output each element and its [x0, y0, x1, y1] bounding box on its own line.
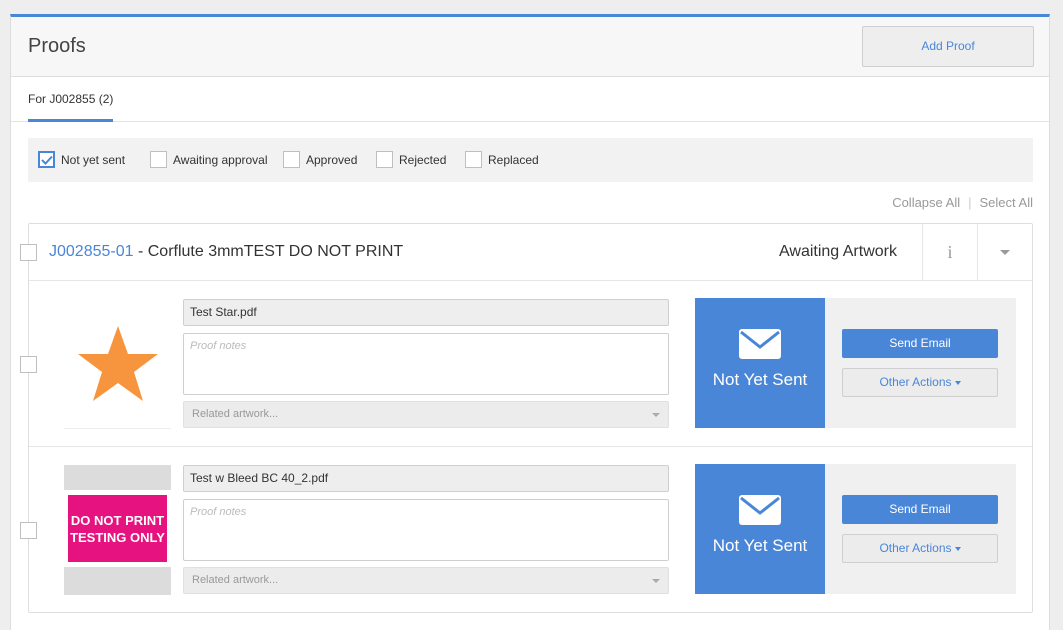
chevron-down-icon	[1000, 249, 1010, 255]
checkbox[interactable]	[465, 151, 482, 168]
send-email-button[interactable]: Send Email	[842, 329, 998, 358]
other-actions-button[interactable]: Other Actions	[842, 534, 998, 563]
filter-not-yet-sent[interactable]: Not yet sent	[38, 151, 125, 168]
proof-notes-input[interactable]	[183, 333, 669, 395]
chevron-down-icon	[954, 546, 961, 551]
filter-label: Awaiting approval	[173, 152, 268, 167]
info-button[interactable]: i	[922, 224, 977, 280]
other-actions-label: Other Actions	[879, 375, 952, 389]
filter-replaced[interactable]: Replaced	[465, 151, 539, 168]
chevron-down-icon	[954, 380, 961, 385]
proof-status-text: Not Yet Sent	[712, 370, 808, 389]
filter-rejected[interactable]: Rejected	[376, 151, 446, 168]
proof-actions: Send Email Other Actions	[825, 298, 1016, 428]
star-icon	[77, 325, 158, 401]
envelope-icon	[739, 495, 781, 525]
thumbnail-text-line: TESTING ONLY	[70, 529, 165, 545]
thumbnail-text-line: DO NOT PRINT	[70, 512, 165, 528]
checkbox[interactable]	[283, 151, 300, 168]
expand-toggle[interactable]	[977, 224, 1032, 280]
related-artwork-select[interactable]: Related artwork...	[183, 401, 669, 428]
proof-fields: Test Star.pdf Related artwork...	[183, 299, 669, 428]
related-artwork-select[interactable]: Related artwork...	[183, 567, 669, 594]
filter-label: Rejected	[399, 152, 447, 167]
proofs-panel: Proofs Add Proof For J002855 (2) Not yet…	[10, 14, 1050, 630]
job-card-header: J002855-01 - Corflute 3mmTEST DO NOT PRI…	[20, 224, 1032, 281]
proof-fields: Test w Bleed BC 40_2.pdf Related artwork…	[183, 465, 669, 594]
related-artwork-placeholder: Related artwork...	[192, 408, 279, 420]
add-proof-button[interactable]: Add Proof	[862, 26, 1034, 67]
status-filters: Not yet sent Awaiting approval Approved …	[28, 138, 1033, 182]
bulk-links: Collapse All | Select All	[892, 195, 1033, 210]
job-title: J002855-01 - Corflute 3mmTEST DO NOT PRI…	[49, 243, 403, 261]
page-title: Proofs	[28, 35, 86, 57]
do-not-print-label: DO NOT PRINT TESTING ONLY	[68, 495, 167, 562]
link-separator: |	[968, 195, 972, 210]
do-not-print-thumbnail[interactable]: DO NOT PRINT TESTING ONLY	[64, 465, 171, 595]
collapse-all-link[interactable]: Collapse All	[892, 195, 960, 210]
select-all-link[interactable]: Select All	[980, 195, 1033, 210]
job-card: J002855-01 - Corflute 3mmTEST DO NOT PRI…	[20, 223, 1033, 613]
star-thumbnail[interactable]	[64, 299, 171, 429]
proof-status-tile: Not Yet Sent	[695, 464, 825, 594]
checkmark-icon	[40, 155, 53, 165]
filter-label: Approved	[306, 152, 358, 167]
envelope-icon	[739, 329, 781, 359]
checkbox[interactable]	[376, 151, 393, 168]
proof-notes-input[interactable]	[183, 499, 669, 561]
file-name-field[interactable]: Test Star.pdf	[183, 299, 669, 326]
job-code-link[interactable]: J002855-01	[49, 243, 134, 260]
panel-header: Proofs Add Proof	[11, 17, 1049, 77]
related-artwork-placeholder: Related artwork...	[192, 574, 279, 586]
file-name-field[interactable]: Test w Bleed BC 40_2.pdf	[183, 465, 669, 492]
filter-awaiting-approval[interactable]: Awaiting approval	[150, 151, 268, 168]
proof-select-checkbox[interactable]	[20, 522, 37, 539]
proof-select-checkbox[interactable]	[20, 356, 37, 373]
checkbox-checked[interactable]	[38, 151, 55, 168]
filter-label: Replaced	[488, 152, 539, 167]
proof-status-tile: Not Yet Sent	[695, 298, 825, 428]
info-icon: i	[947, 242, 953, 262]
other-actions-button[interactable]: Other Actions	[842, 368, 998, 397]
proof-row: Test Star.pdf Related artwork... Not Yet…	[20, 281, 1032, 447]
checkbox[interactable]	[150, 151, 167, 168]
job-status: Awaiting Artwork	[779, 243, 897, 260]
filter-label: Not yet sent	[61, 152, 126, 167]
send-email-button[interactable]: Send Email	[842, 495, 998, 524]
other-actions-label: Other Actions	[879, 541, 952, 555]
proof-status-text: Not Yet Sent	[712, 536, 808, 555]
tab-bar: For J002855 (2)	[11, 77, 1049, 122]
chevron-down-icon	[652, 413, 660, 417]
job-select-checkbox[interactable]	[20, 244, 37, 261]
filter-approved[interactable]: Approved	[283, 151, 357, 168]
chevron-down-icon	[652, 579, 660, 583]
tab-job[interactable]: For J002855 (2)	[28, 92, 114, 122]
proof-row: DO NOT PRINT TESTING ONLY Test w Bleed B…	[20, 447, 1032, 613]
proof-actions: Send Email Other Actions	[825, 464, 1016, 594]
job-description: - Corflute 3mmTEST DO NOT PRINT	[133, 243, 404, 260]
